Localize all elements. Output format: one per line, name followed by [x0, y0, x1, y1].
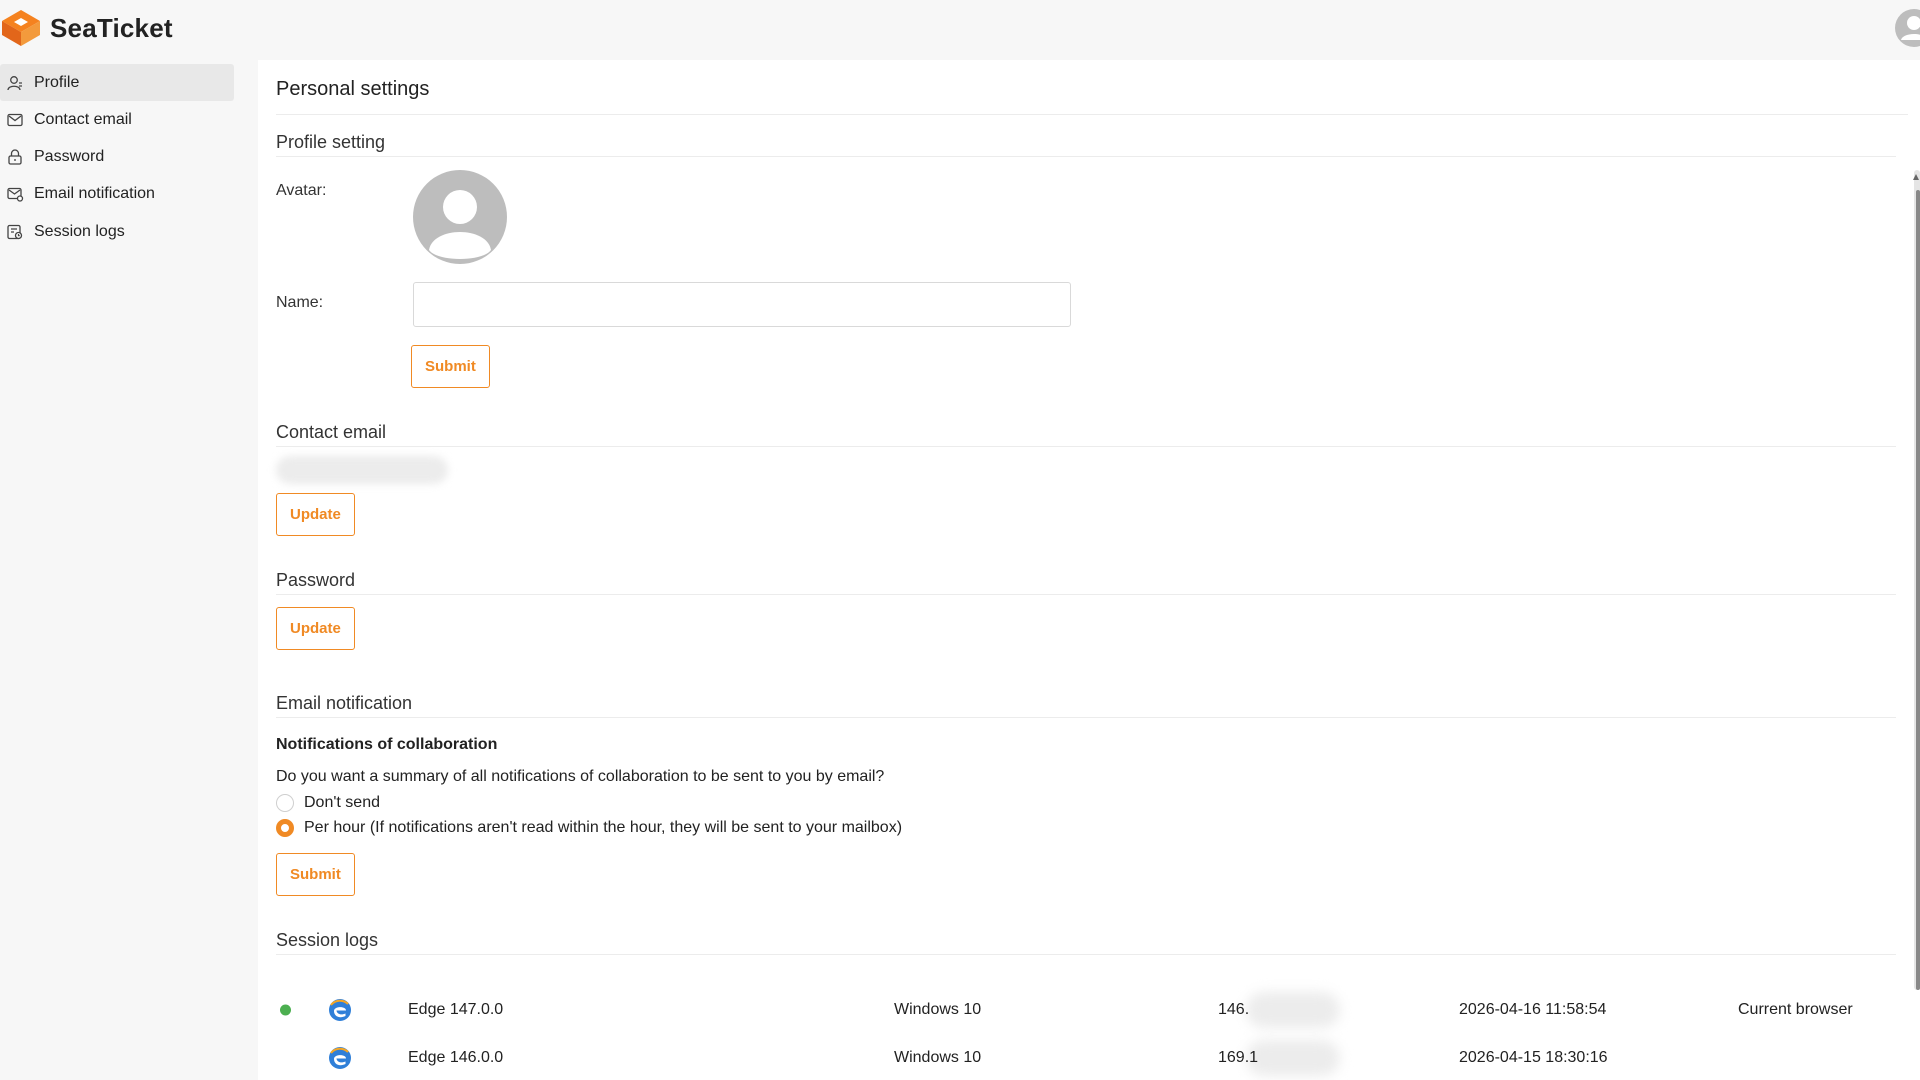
seaticket-logo-icon: [2, 10, 40, 46]
notification-submit-button[interactable]: Submit: [276, 853, 355, 896]
sidebar-item-password[interactable]: Password: [0, 139, 234, 176]
divider: [276, 446, 1896, 447]
contact-email-value-redacted: [276, 456, 448, 484]
session-ip-redacted: [1246, 1040, 1340, 1076]
session-os: Windows 10: [894, 1049, 982, 1066]
name-label: Name:: [276, 294, 324, 311]
logo[interactable]: SeaTicket: [0, 8, 173, 48]
session-log-row: Edge 146.0.0 Windows 10 169.1 2026-04-15…: [258, 1038, 1920, 1078]
divider: [276, 156, 1896, 157]
avatar-label: Avatar:: [276, 182, 327, 199]
scroll-up-arrow-icon[interactable]: [1913, 174, 1919, 180]
browser-edge-icon: [329, 999, 351, 1021]
radio-button-checked[interactable]: [276, 819, 294, 837]
session-time: 2026-04-16 11:58:54: [1459, 1001, 1607, 1018]
sidebar-item-email-notification[interactable]: Email notification: [0, 176, 234, 213]
session-os: Windows 10: [894, 1001, 982, 1018]
divider: [276, 954, 1896, 955]
session-time: 2026-04-15 18:30:16: [1459, 1049, 1608, 1066]
notifications-question: Do you want a summary of all notificatio…: [276, 768, 885, 785]
user-icon: [7, 75, 22, 90]
user-avatar-button[interactable]: [1892, 8, 1920, 48]
session-note: Current browser: [1738, 1001, 1853, 1018]
section-title-contact-email: Contact email: [276, 422, 387, 442]
section-title-email-notification: Email notification: [276, 693, 413, 713]
session-ip: 169.1: [1218, 1049, 1259, 1066]
scrollbar-thumb[interactable]: [1916, 190, 1920, 990]
section-title-password: Password: [276, 570, 356, 590]
radio-label: Per hour (If notifications aren't read w…: [304, 819, 903, 836]
app-name: SeaTicket: [50, 12, 173, 43]
divider: [276, 114, 1908, 115]
session-ip-redacted: [1246, 992, 1340, 1028]
current-session-dot: [280, 1004, 291, 1016]
session-browser: Edge 147.0.0: [408, 1001, 504, 1018]
sidebar-item-contact-email[interactable]: Contact email: [0, 101, 234, 138]
profile-submit-button[interactable]: Submit: [411, 345, 490, 388]
page-title: Personal settings: [276, 78, 430, 100]
session-log-row: Edge 147.0.0 Windows 10 146. 2026-04-16 …: [258, 990, 1920, 1030]
section-title-session-logs: Session logs: [276, 930, 379, 950]
sidebar-item-label: Email notification: [34, 185, 155, 203]
default-avatar-icon: [429, 190, 491, 259]
password-update-button[interactable]: Update: [276, 607, 355, 650]
radio-option-dont-send[interactable]: Don't send: [276, 794, 380, 812]
top-bar: SeaTicket: [0, 0, 1920, 60]
divider: [276, 717, 1896, 718]
divider: [276, 594, 1896, 595]
contact-email-update-button[interactable]: Update: [276, 493, 355, 536]
section-title-profile: Profile setting: [276, 132, 386, 152]
radio-option-per-hour[interactable]: Per hour (If notifications aren't read w…: [276, 819, 902, 837]
user-avatar-icon: [1895, 9, 1920, 47]
sidebar-item-label: Contact email: [34, 110, 132, 128]
browser-edge-icon: [329, 1047, 351, 1069]
session-ip: 146.: [1218, 1001, 1250, 1018]
notifications-subheading: Notifications of collaboration: [276, 736, 498, 753]
session-log-icon: [7, 224, 23, 239]
main-panel: Personal settings Profile setting Avatar…: [258, 60, 1920, 1080]
name-input[interactable]: [413, 282, 1071, 327]
radio-label: Don't send: [304, 794, 380, 811]
session-browser: Edge 146.0.0: [408, 1049, 504, 1066]
mail-icon: [7, 113, 23, 126]
mail-notification-icon: [7, 188, 24, 203]
sidebar-item-label: Profile: [34, 73, 80, 91]
lock-icon: [8, 149, 22, 165]
profile-avatar[interactable]: [413, 170, 507, 264]
sidebar-item-label: Session logs: [34, 222, 125, 240]
sidebar: Profile Contact email Password Email not…: [0, 64, 234, 250]
radio-button[interactable]: [276, 794, 294, 812]
sidebar-item-label: Password: [34, 148, 105, 166]
sidebar-item-session-logs[interactable]: Session logs: [0, 213, 234, 250]
sidebar-item-profile[interactable]: Profile: [0, 64, 234, 101]
